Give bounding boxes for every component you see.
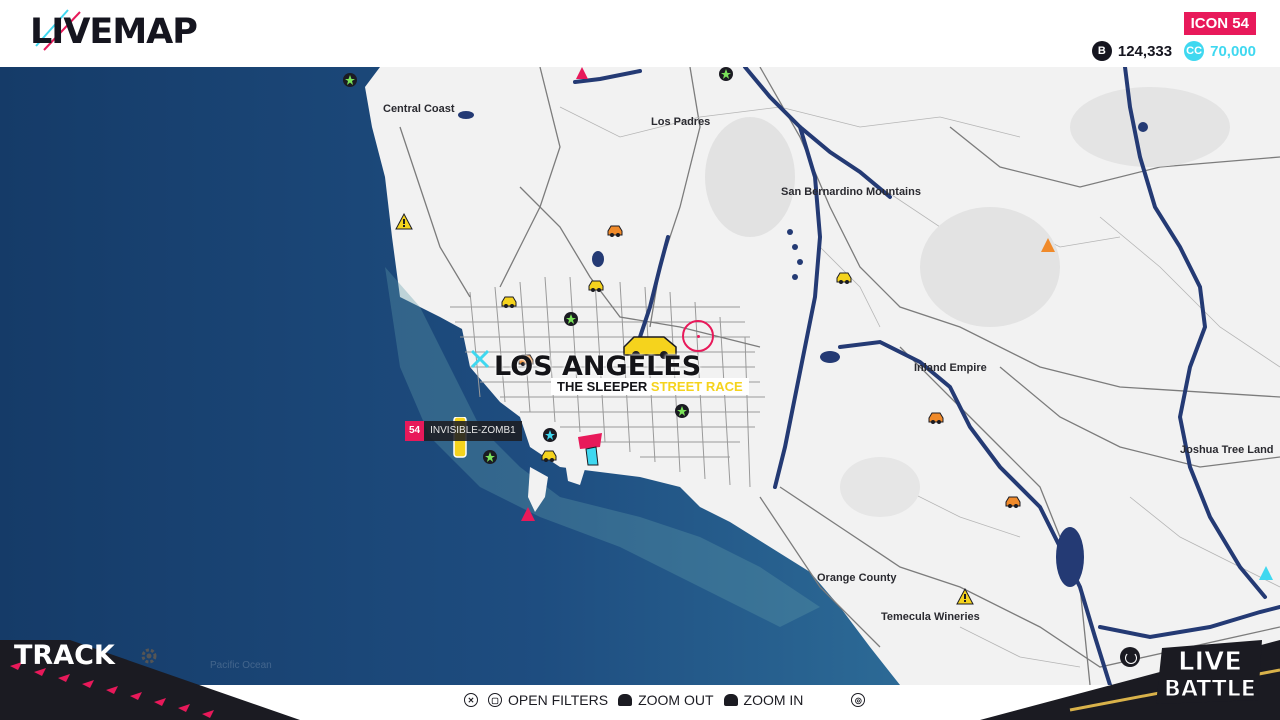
collectible-icon[interactable] [561, 309, 581, 329]
region-label-joshua-tree: Joshua Tree Land [1180, 444, 1274, 456]
region-label-orange-county: Orange County [817, 572, 897, 584]
player-name: INVISIBLE-ZOMB1 [424, 421, 522, 441]
cross-button-icon: ✕ [464, 693, 478, 707]
live-battle-line2: BATTLE [1164, 677, 1256, 702]
region-label-inland-empire: Inland Empire [914, 362, 987, 374]
r1-button-icon [723, 694, 738, 706]
right-stick-icon: ◎ [851, 693, 866, 707]
region-label-central-coast: Central Coast [383, 103, 455, 115]
hint-right-stick[interactable]: ◎ [851, 693, 866, 707]
square-button-icon: ▢ [488, 693, 502, 707]
gear-icon[interactable] [140, 647, 158, 665]
top-bar: LIVEMAP ICON 54 B 124,333 CC 70,000 [0, 0, 1280, 67]
orange-car-icon[interactable] [605, 220, 625, 240]
zoom-in-button[interactable]: ZOOM IN [723, 692, 804, 708]
bucks-amount: 124,333 [1117, 42, 1173, 60]
currency-display: B 124,333 CC 70,000 [1091, 40, 1256, 62]
yellow-car-icon[interactable] [499, 291, 519, 311]
yellow-car-icon[interactable] [834, 267, 854, 287]
region-label-temecula: Temecula Wineries [881, 611, 980, 623]
open-filters-button[interactable]: ▢ OPEN FILTERS [488, 692, 608, 708]
collectible-icon[interactable] [716, 67, 736, 84]
event-type: STREET RACE [650, 379, 743, 394]
cyan-triangle-icon[interactable] [1256, 563, 1276, 583]
crew-credits-icon: CC [1184, 41, 1205, 61]
live-battle-line1: LIVE [1178, 647, 1242, 677]
hint-cross[interactable]: ✕ [464, 693, 478, 707]
player-tag[interactable]: 54 INVISIBLE-ZOMB1 [405, 421, 522, 441]
l1-button-icon [618, 694, 633, 706]
button-hints: ✕ ▢ OPEN FILTERS ZOOM OUT ZOOM IN ◎ [464, 685, 866, 715]
zoom-out-label: ZOOM OUT [638, 692, 714, 708]
pink-flag-icon[interactable] [572, 67, 592, 83]
collectible-icon[interactable] [480, 447, 500, 467]
region-label-san-bernardino: San Bernardino Mountains [781, 186, 921, 198]
collectible-icon[interactable] [340, 70, 360, 90]
rank-badge: ICON 54 [1183, 12, 1256, 35]
festival-site-icon[interactable] [576, 427, 604, 467]
pink-triangle-icon[interactable] [518, 504, 538, 524]
track-label: TRACK [14, 640, 115, 671]
skill-zone-icon[interactable] [470, 349, 490, 369]
orange-car-icon[interactable] [1003, 491, 1023, 511]
orange-car-icon[interactable] [926, 407, 946, 427]
page-title: LIVEMAP [30, 12, 198, 52]
bucks-coin-icon: B [1091, 41, 1112, 61]
zoom-out-button[interactable]: ZOOM OUT [618, 692, 714, 708]
yellow-car-icon[interactable] [586, 275, 606, 295]
hazard-sign-icon[interactable] [955, 587, 975, 607]
live-map[interactable]: Central Coast Los Padres San Bernardino … [0, 67, 1280, 685]
orange-triangle-icon[interactable] [1038, 235, 1058, 255]
region-label-los-padres: Los Padres [651, 116, 711, 128]
yellow-car-icon[interactable] [539, 445, 559, 465]
map-cursor[interactable] [682, 320, 714, 352]
event-title[interactable]: THE SLEEPER STREET RACE [551, 378, 749, 395]
collectible-icon[interactable] [672, 401, 692, 421]
player-level: 54 [405, 421, 425, 441]
live-battle-logo: LIVE BATTLE [1156, 640, 1262, 704]
hazard-sign-icon[interactable] [394, 212, 414, 232]
collectible-icon[interactable] [540, 425, 560, 445]
open-filters-label: OPEN FILTERS [508, 692, 609, 708]
zoom-in-label: ZOOM IN [743, 692, 804, 708]
crew-credits-amount: 70,000 [1210, 42, 1256, 60]
event-name: THE SLEEPER [557, 379, 648, 394]
map-legend-icon[interactable] [1120, 647, 1140, 667]
